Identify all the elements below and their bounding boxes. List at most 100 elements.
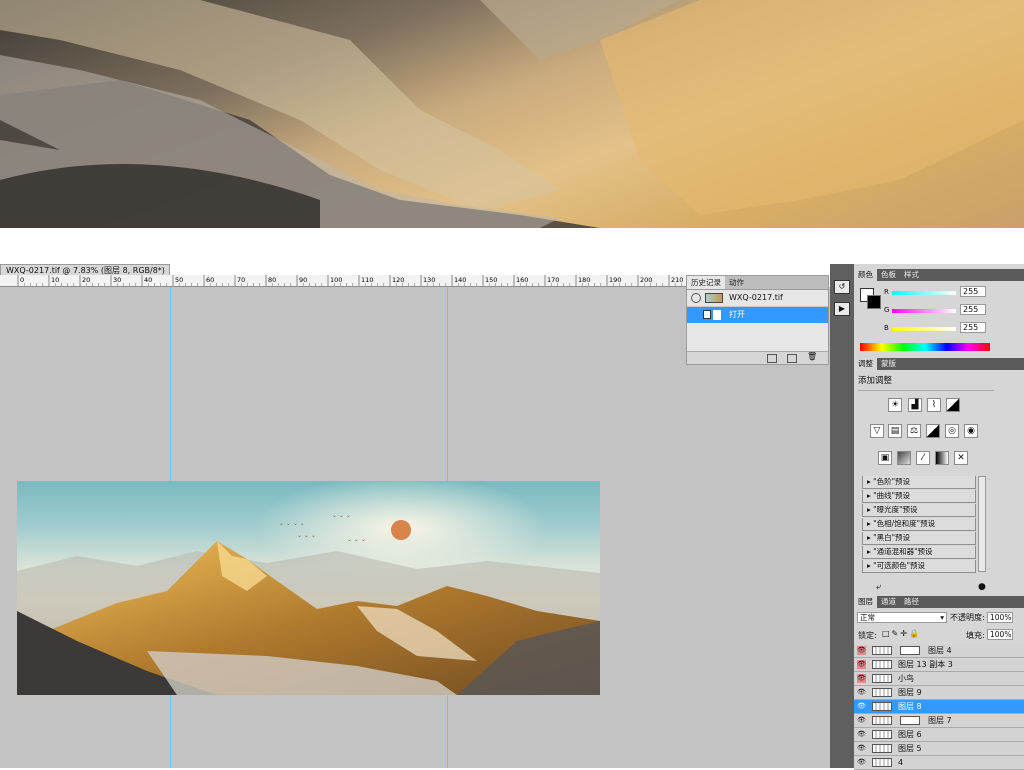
opacity-value[interactable]: 100% (987, 612, 1013, 623)
channel-b-value[interactable]: 255 (960, 322, 986, 333)
tab-masks[interactable]: 蒙版 (877, 358, 900, 370)
ruler-tick-label: 140 (454, 276, 466, 284)
preset-item[interactable]: ▸ "色阶"预设 (862, 476, 976, 489)
background-color-swatch[interactable] (867, 295, 881, 309)
vibrance-icon[interactable]: ▽ (870, 424, 884, 438)
preset-item[interactable]: ▸ "曲线"预设 (862, 490, 976, 503)
preset-item[interactable]: ▸ "色相/饱和度"预设 (862, 518, 976, 531)
ruler-tick-label: 60 (206, 276, 214, 284)
curves-icon[interactable]: ⌇ (927, 398, 941, 412)
gradient-map-icon[interactable] (935, 451, 949, 465)
levels-icon[interactable]: ▟ (908, 398, 922, 412)
color-spectrum-bar[interactable] (860, 343, 990, 351)
channel-g-value[interactable]: 255 (960, 304, 986, 315)
history-dock-icon[interactable]: ↺ (834, 280, 850, 294)
channel-r-value[interactable]: 255 (960, 286, 986, 297)
layer-row[interactable]: 👁 图层 8 (854, 700, 1024, 714)
selective-color-icon[interactable]: ✕ (954, 451, 968, 465)
tab-adjustments[interactable]: 调整 (854, 358, 877, 370)
visibility-eye-icon[interactable]: 👁 (857, 758, 866, 767)
ruler-tick-label: 80 (268, 276, 276, 284)
chevron-down-icon: ▾ (940, 613, 944, 622)
history-panel: 历史记录 动作 WXQ-0217.tif 打开 🗑 (686, 275, 829, 365)
ruler-tick-label: 90 (299, 276, 307, 284)
layer-row[interactable]: 👁 图层 6 (854, 728, 1024, 742)
visibility-eye-icon[interactable]: 👁 (857, 674, 866, 683)
return-icon[interactable]: ⤶ (876, 582, 881, 592)
lock-icons[interactable]: □✎✛🔒 (882, 629, 921, 638)
layer-mask-thumbnail[interactable] (900, 716, 920, 725)
layer-row[interactable]: 👁 图层 5 (854, 742, 1024, 756)
layer-name: 4 (898, 758, 904, 767)
history-snapshot[interactable]: WXQ-0217.tif (687, 290, 828, 307)
photo-filter-icon[interactable]: ◎ (945, 424, 959, 438)
horizontal-ruler[interactable]: 0 10 20 30 40 50 60 70 80 90 100 110 120 130 140 150 160… (0, 275, 686, 287)
fill-value[interactable]: 100% (987, 629, 1013, 640)
visibility-eye-icon[interactable]: 👁 (857, 660, 866, 669)
color-balance-icon[interactable]: ⚖ (907, 424, 921, 438)
tab-styles[interactable]: 样式 (900, 269, 923, 281)
channel-r-slider[interactable] (892, 291, 956, 295)
opacity-label: 不透明度: (950, 613, 985, 622)
layer-mask-thumbnail[interactable] (900, 646, 920, 655)
ruler-tick-label: 40 (144, 276, 152, 284)
layer-thumbnail (872, 674, 892, 683)
layer-name: 小鸟 (898, 674, 914, 683)
tab-layers[interactable]: 图层 (854, 596, 877, 608)
black-white-icon[interactable] (926, 424, 940, 438)
tab-swatches[interactable]: 色板 (877, 269, 900, 281)
ruler-tick-label: 180 (578, 276, 590, 284)
layer-row[interactable]: 👁 图层 7 (854, 714, 1024, 728)
presets-scrollbar[interactable] (978, 476, 986, 572)
preset-item[interactable]: ▸ "可选颜色"预设 (862, 560, 976, 573)
channel-b-slider[interactable] (892, 327, 956, 331)
layer-row[interactable]: 👁 图层 4 (854, 644, 1024, 658)
preset-item[interactable]: ▸ "黑白"预设 (862, 532, 976, 545)
layer-thumbnail (872, 744, 892, 753)
blend-mode-select[interactable]: 正常 ▾ (857, 612, 947, 623)
tab-channels[interactable]: 通道 (877, 596, 900, 608)
visibility-eye-icon[interactable]: 👁 (857, 716, 866, 725)
document-canvas[interactable]: ⌄ ⌄ ⌄ ⌄ ⌄ ⌄ ⌄ ⌄ ⌄ ⌄ ⌄ ⌄ ⌄ (17, 481, 600, 695)
layer-row[interactable]: 👁 图层 13 副本 3 (854, 658, 1024, 672)
ruler-tick-label: 200 (640, 276, 652, 284)
layer-row[interactable]: 👁 图层 9 (854, 686, 1024, 700)
tab-history[interactable]: 历史记录 (687, 276, 725, 289)
ruler-tick-label: 190 (609, 276, 621, 284)
visibility-eye-icon[interactable]: 👁 (857, 744, 866, 753)
brightness-contrast-icon[interactable]: ☀ (888, 398, 902, 412)
clip-icon[interactable]: ● (978, 582, 986, 592)
ruler-ticks: 0 10 20 30 40 50 60 70 80 90 100 110 120 130 140 150 160… (17, 275, 683, 286)
actions-dock-icon[interactable]: ▶ (834, 302, 850, 316)
posterize-icon[interactable] (897, 451, 911, 465)
tab-actions[interactable]: 动作 (725, 276, 748, 289)
visibility-eye-icon[interactable]: 👁 (857, 702, 866, 711)
color-panel-tabs: 颜色 色板 样式 (854, 269, 1024, 281)
right-panel-column: 颜色 色板 样式 R 255 G 255 B 255 调整 蒙版 添加调整 ☀ … (854, 264, 1024, 770)
lock-label: 锁定: (858, 631, 877, 640)
tab-color[interactable]: 颜色 (854, 269, 877, 281)
history-brush-icon[interactable] (691, 293, 701, 303)
threshold-icon[interactable]: ⁄ (916, 451, 930, 465)
new-document-icon[interactable] (767, 354, 777, 363)
tab-paths[interactable]: 路径 (900, 596, 923, 608)
invert-icon[interactable]: ▣ (878, 451, 892, 465)
trash-icon[interactable]: 🗑 (807, 353, 817, 361)
snapshot-icon[interactable] (787, 354, 797, 363)
exposure-icon[interactable] (946, 398, 960, 412)
visibility-eye-icon[interactable]: 👁 (857, 646, 866, 655)
layer-name: 图层 8 (898, 702, 922, 711)
preset-label: "通道混和器"预设 (873, 547, 933, 556)
history-step[interactable]: 打开 (687, 307, 828, 323)
preset-item[interactable]: ▸ "曝光度"预设 (862, 504, 976, 517)
landscape-artwork: ⌄ ⌄ ⌄ ⌄ ⌄ ⌄ ⌄ ⌄ ⌄ ⌄ ⌄ ⌄ ⌄ (17, 481, 600, 695)
layer-row[interactable]: 👁 小鸟 (854, 672, 1024, 686)
visibility-eye-icon[interactable]: 👁 (857, 730, 866, 739)
channel-g-slider[interactable] (892, 309, 956, 313)
ruler-tick-label: 0 (20, 276, 24, 284)
visibility-eye-icon[interactable]: 👁 (857, 688, 866, 697)
channel-mixer-icon[interactable]: ◉ (964, 424, 978, 438)
preset-item[interactable]: ▸ "通道混和器"预设 (862, 546, 976, 559)
hue-saturation-icon[interactable]: ▤ (888, 424, 902, 438)
layer-thumbnail (872, 702, 892, 711)
